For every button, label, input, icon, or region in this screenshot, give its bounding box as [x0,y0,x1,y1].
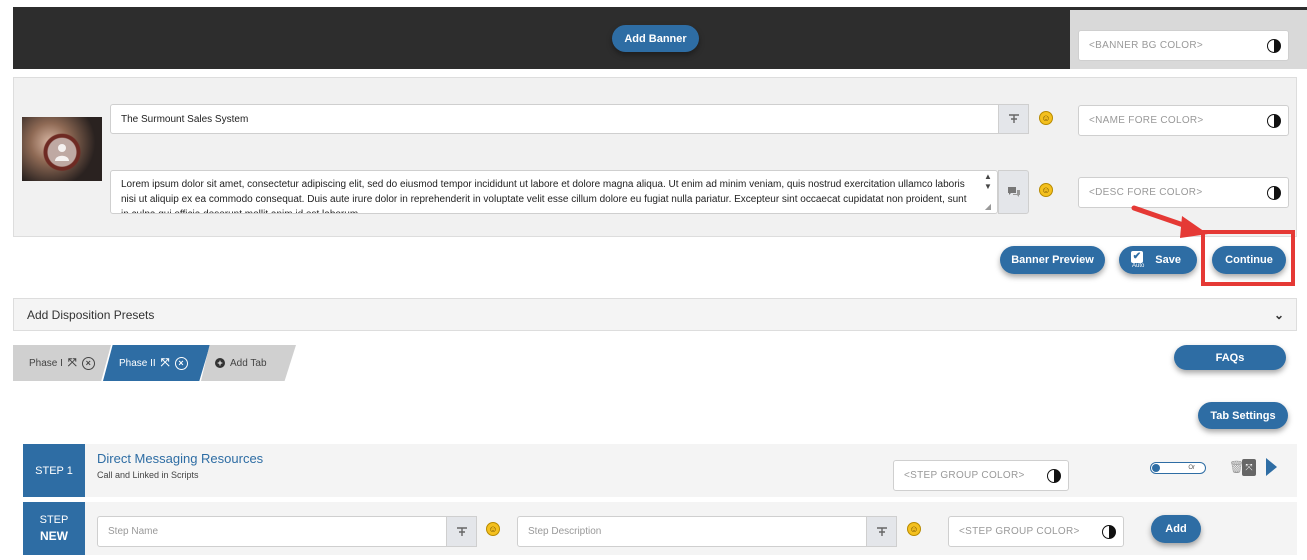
contrast-icon[interactable] [1267,113,1281,128]
step-badge: STEP 1 [23,444,85,497]
smiley-icon[interactable]: ☺ [1039,183,1053,197]
step-description-input[interactable]: Step Description [517,516,867,547]
contrast-icon[interactable] [1047,468,1061,483]
play-icon[interactable] [1266,458,1277,476]
new-step-group-color-placeholder: <STEP GROUP COLOR> [959,526,1080,537]
continue-button[interactable]: Continue [1212,246,1286,274]
toggle-knob [1152,464,1160,472]
badge-line-2: NEW [39,529,68,543]
step-title[interactable]: Direct Messaging Resources [97,451,263,466]
text-style-icon[interactable] [446,516,477,547]
faqs-button[interactable]: FAQs [1174,345,1286,370]
tab-label: Phase II [119,357,156,369]
contrast-icon[interactable] [1102,524,1116,539]
contrast-icon[interactable] [1267,38,1281,53]
textarea-scrollbar[interactable]: ▲ ▼ ◢ [981,172,995,212]
chat-icon[interactable] [998,170,1029,214]
step-group-color-field[interactable]: <STEP GROUP COLOR> [893,460,1069,491]
red-arrow-icon [1131,205,1208,238]
save-auto-label: Auto [1132,263,1145,269]
user-icon [55,144,69,161]
phase-tab-strip: Phase I ⤧ × Phase II ⤧ × + Add Tab [13,345,1297,381]
banner-description-text: Lorem ipsum dolor sit amet, consectetur … [121,179,967,213]
step-name-input[interactable]: Step Name [97,516,447,547]
step-toggle[interactable]: Or [1150,462,1206,474]
close-circle-icon[interactable]: × [174,356,188,370]
chevron-down-icon[interactable]: ⌄ [1274,308,1284,322]
banner-name-input[interactable]: The Surmount Sales System [110,104,999,134]
disposition-presets-accordion[interactable]: Add Disposition Presets ⌄ [13,298,1297,331]
banner-bg-color-placeholder: <BANNER BG COLOR> [1089,40,1204,51]
step-group-color-placeholder: <STEP GROUP COLOR> [904,470,1025,481]
text-style-icon[interactable] [866,516,897,547]
contrast-icon[interactable] [1267,185,1281,200]
tab-label: Phase I [29,357,63,369]
step-subtitle: Call and Linked in Scripts [97,470,199,480]
banner-image-thumbnail[interactable] [22,117,102,181]
add-tab-label: Add Tab [230,357,267,369]
name-fore-color-placeholder: <NAME FORE COLOR> [1089,115,1204,126]
new-step-group-color-field[interactable]: <STEP GROUP COLOR> [948,516,1124,547]
save-button[interactable]: ✔ Auto Save [1119,246,1197,274]
add-tab-button[interactable]: + Add Tab [201,345,296,381]
desc-fore-color-placeholder: <DESC FORE COLOR> [1089,187,1203,198]
text-style-icon[interactable] [998,104,1029,134]
smiley-icon[interactable]: ☺ [1039,111,1053,125]
step-new-badge-text: STEP NEW [40,512,69,545]
plus-circle-icon: + [215,358,225,368]
smiley-icon[interactable]: ☺ [486,522,500,536]
smiley-icon[interactable]: ☺ [907,522,921,536]
tab-settings-button[interactable]: Tab Settings [1198,402,1288,429]
step-row-1: STEP 1 Direct Messaging Resources Call a… [23,444,1297,497]
name-fore-color-field[interactable]: <NAME FORE COLOR> [1078,105,1289,136]
expand-icon[interactable]: ⤧ [1242,459,1256,476]
badge-line-1: STEP [39,514,69,526]
presets-label: Add Disposition Presets [27,307,155,322]
toggle-label: Or [1188,465,1195,471]
page: Add Banner <BANNER BG COLOR> The Surmoun… [0,0,1307,560]
add-banner-button[interactable]: Add Banner [612,25,699,52]
check-icon[interactable]: ✔ [1131,251,1143,263]
tab-phase-1[interactable]: Phase I ⤧ × [13,345,111,381]
banner-preview-button[interactable]: Banner Preview [1000,246,1105,274]
step-new-badge: STEP NEW [23,502,85,555]
save-label: Save [1155,254,1181,266]
add-step-button[interactable]: Add [1151,515,1201,543]
tab-phase-2[interactable]: Phase II ⤧ × [103,345,210,381]
banner-description-textarea[interactable]: Lorem ipsum dolor sit amet, consectetur … [110,170,998,214]
close-circle-icon[interactable]: × [81,356,95,370]
move-icon[interactable]: ⤧ [161,357,170,370]
banner-bg-color-field[interactable]: <BANNER BG COLOR> [1078,30,1289,61]
move-icon[interactable]: ⤧ [68,357,77,370]
